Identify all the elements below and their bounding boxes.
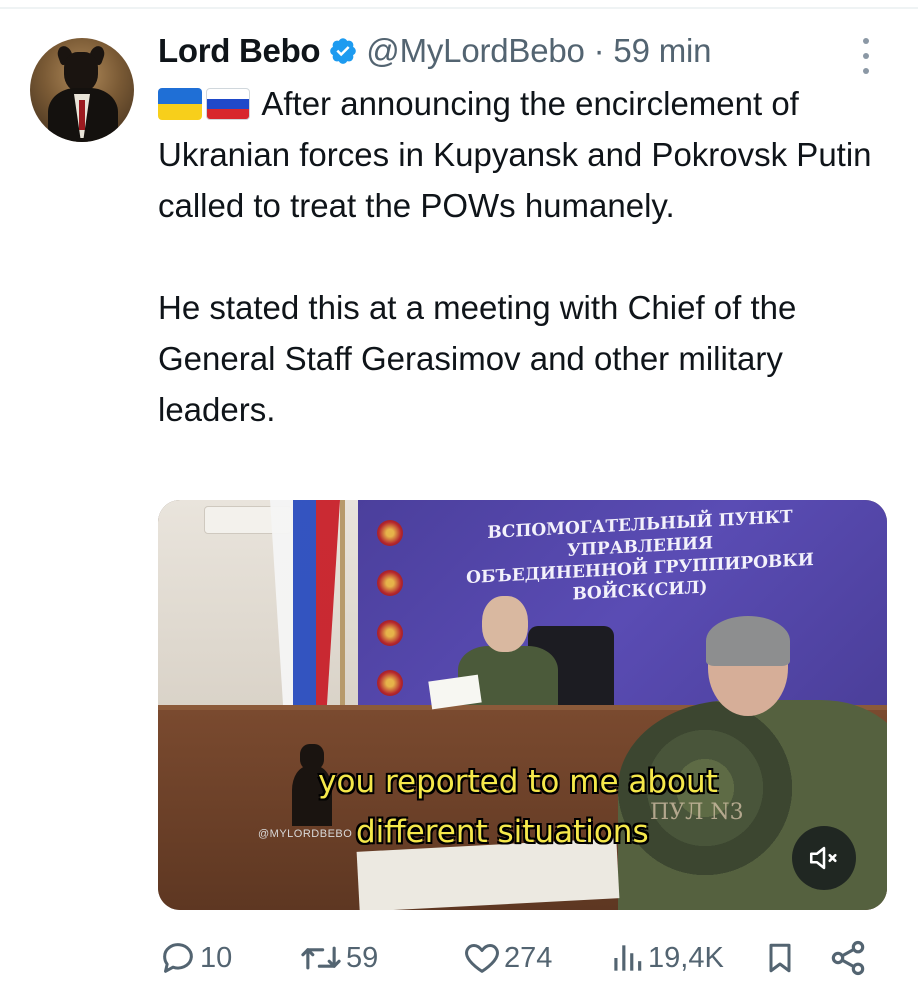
analytics-icon — [614, 945, 642, 971]
like-button[interactable]: 274 — [462, 936, 552, 980]
avatar-tie — [79, 100, 85, 130]
avatar[interactable] — [30, 38, 134, 142]
view-count: 19,4K — [648, 941, 724, 974]
speaker-muted-icon — [809, 846, 837, 870]
repost-icon — [301, 946, 341, 970]
tweet-paragraph-1: After announcing the encirclement of Ukr… — [158, 85, 872, 224]
tweet-header: Lord Bebo @MyLordBebo · 59 min — [158, 30, 711, 72]
tweet-paragraph-2: He stated this at a meeting with Chief o… — [158, 289, 797, 428]
subtitle-line-1: you reported to me about — [318, 764, 718, 800]
tweet-paragraph: After announcing the encirclement of Ukr… — [158, 78, 878, 231]
repost-button[interactable]: 59 — [298, 936, 378, 980]
like-count: 274 — [504, 941, 553, 974]
avatar-head — [64, 52, 98, 92]
repost-count: 59 — [346, 941, 379, 974]
video-player[interactable]: ВСПОМОГАТЕЛЬНЫЙ ПУНКТ УПРАВЛЕНИЯ ОБЪЕДИН… — [158, 500, 887, 910]
ukraine-flag-icon — [158, 88, 202, 120]
tweet-text: After announcing the encirclement of Ukr… — [158, 78, 878, 435]
flag-pole — [340, 500, 345, 730]
more-options-icon[interactable] — [860, 38, 872, 74]
mute-button[interactable] — [792, 826, 856, 890]
share-button[interactable] — [828, 936, 868, 980]
top-divider — [0, 7, 918, 9]
tweet-actions: 10 59 274 19,4K — [158, 936, 878, 980]
emblems — [370, 508, 410, 708]
author-handle-timestamp[interactable]: @MyLordBebo · 59 min — [366, 32, 711, 70]
bookmark-button[interactable] — [762, 936, 798, 980]
author-name[interactable]: Lord Bebo — [158, 32, 321, 70]
verified-badge-icon — [330, 38, 357, 64]
russia-flag-icon — [206, 88, 250, 120]
reply-button[interactable]: 10 — [158, 936, 232, 980]
share-icon — [831, 940, 865, 976]
reply-count: 10 — [200, 941, 233, 974]
bookmark-icon — [769, 943, 791, 973]
subtitle-line-2: different situations — [356, 814, 649, 850]
reply-icon — [163, 943, 193, 973]
views-button[interactable]: 19,4K — [608, 936, 724, 980]
heart-icon — [465, 944, 499, 973]
